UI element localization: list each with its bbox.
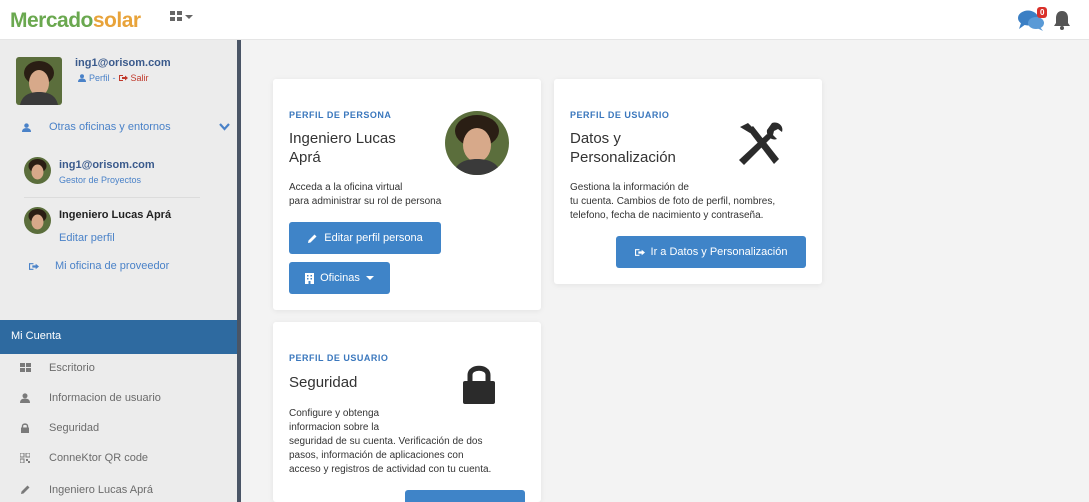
avatar [445,111,509,175]
divider [24,197,200,198]
oficina-proveedor-link[interactable]: Mi oficina de proveedor [29,260,169,272]
grid-icon [20,363,31,372]
account-name: ing1@orisom.com [59,159,155,171]
chevron-down-icon [185,14,193,19]
notifications-button[interactable] [1053,10,1071,35]
sidebar: ing1@orisom.com Perfil - Salir Otras ofi… [0,40,237,502]
card-title: Seguridad [289,374,358,391]
sidebar-scrollbar[interactable] [237,40,241,502]
card-description: informacion sobre la [289,422,380,433]
card-description: acceso y registros de actividad con tu c… [289,464,492,475]
salir-link[interactable]: Salir [131,73,149,83]
user-icon [22,122,31,132]
account-item[interactable]: ing1@orisom.com Gestor de Proyectos [24,157,204,189]
card-kicker: PERFIL DE PERSONA [289,110,392,120]
account-role: Gestor de Proyectos [59,175,142,185]
top-bar: Mercadosolar 0 [0,0,1089,40]
card-title: Datos y [570,130,621,147]
pencil-icon [308,234,317,243]
otras-oficinas-toggle[interactable]: Otras oficinas y entornos [22,121,230,133]
card-description: Configure y obtenga [289,408,380,419]
user-icon [20,393,30,403]
otras-oficinas-label: Otras oficinas y entornos [49,121,171,133]
user-email: ing1@orisom.com [75,57,171,69]
card-kicker: PERFIL DE USUARIO [289,353,389,363]
card-description: pasos, información de aplicaciones con [289,450,464,461]
bell-icon [1054,11,1070,30]
card-title: Ingeniero Lucas [289,130,396,147]
pencil-icon [21,485,30,494]
menu-item-escritorio[interactable]: Escritorio [20,362,95,374]
menu-item-seguridad[interactable]: Seguridad [20,422,99,434]
card-description: para administrar su rol de persona [289,196,442,207]
card-description: Acceda a la oficina virtual [289,182,403,193]
menu-item-qr-code[interactable]: ConneKtor QR code [20,452,148,464]
card-description: seguridad de su cuenta. Verificación de … [289,436,483,447]
ir-seguridad-button[interactable] [405,490,525,502]
oficinas-dropdown-button[interactable]: Oficinas [289,262,390,294]
card-description: tu cuenta. Cambios de foto de perfil, no… [570,196,776,207]
avatar[interactable] [16,57,62,105]
chevron-down-icon [219,123,230,131]
card-seguridad: PERFIL DE USUARIO Seguridad Configure y … [273,322,541,502]
sign-in-icon [634,248,645,256]
card-perfil-persona: PERFIL DE PERSONA Ingeniero Lucas Aprá A… [273,79,541,310]
card-datos-personalizacion: PERFIL DE USUARIO Datos y Personalizació… [554,79,822,284]
menu-item-perfil-persona[interactable]: Ingeniero Lucas Aprá [20,484,153,496]
card-title: Personalización [570,149,676,166]
ir-datos-personalizacion-button[interactable]: Ir a Datos y Personalización [616,236,806,268]
sign-out-icon [118,75,128,81]
card-description: telefono, fecha de nacimiento y contrase… [570,210,764,221]
qr-icon [20,453,30,463]
account-name: Ingeniero Lucas Aprá [59,209,172,221]
building-icon [305,272,315,284]
card-title: Aprá [289,149,321,166]
tools-icon [739,122,783,165]
grid-icon [170,11,182,21]
avatar [24,207,51,234]
messages-count-badge: 0 [1037,7,1048,18]
profile-links: Perfil - Salir [78,73,149,83]
card-kicker: PERFIL DE USUARIO [570,110,670,120]
sign-in-icon [29,262,39,270]
apps-menu[interactable] [170,11,193,22]
messages-button[interactable]: 0 [1017,7,1048,33]
lock-icon [463,365,495,404]
lock-icon [21,423,29,433]
section-header-mi-cuenta: Mi Cuenta [0,320,237,354]
editar-perfil-link[interactable]: Editar perfil [59,232,115,244]
editar-perfil-persona-button[interactable]: Editar perfil persona [289,222,441,254]
avatar [24,157,51,184]
user-icon [78,74,86,82]
menu-item-informacion-usuario[interactable]: Informacion de usuario [20,392,161,404]
card-description: Gestiona la información de [570,182,689,193]
chevron-down-icon [365,276,374,280]
logo[interactable]: Mercadosolar [10,9,141,33]
account-item[interactable]: Ingeniero Lucas Aprá [24,207,204,235]
perfil-link[interactable]: Perfil [89,73,110,83]
separator: - [112,73,116,83]
